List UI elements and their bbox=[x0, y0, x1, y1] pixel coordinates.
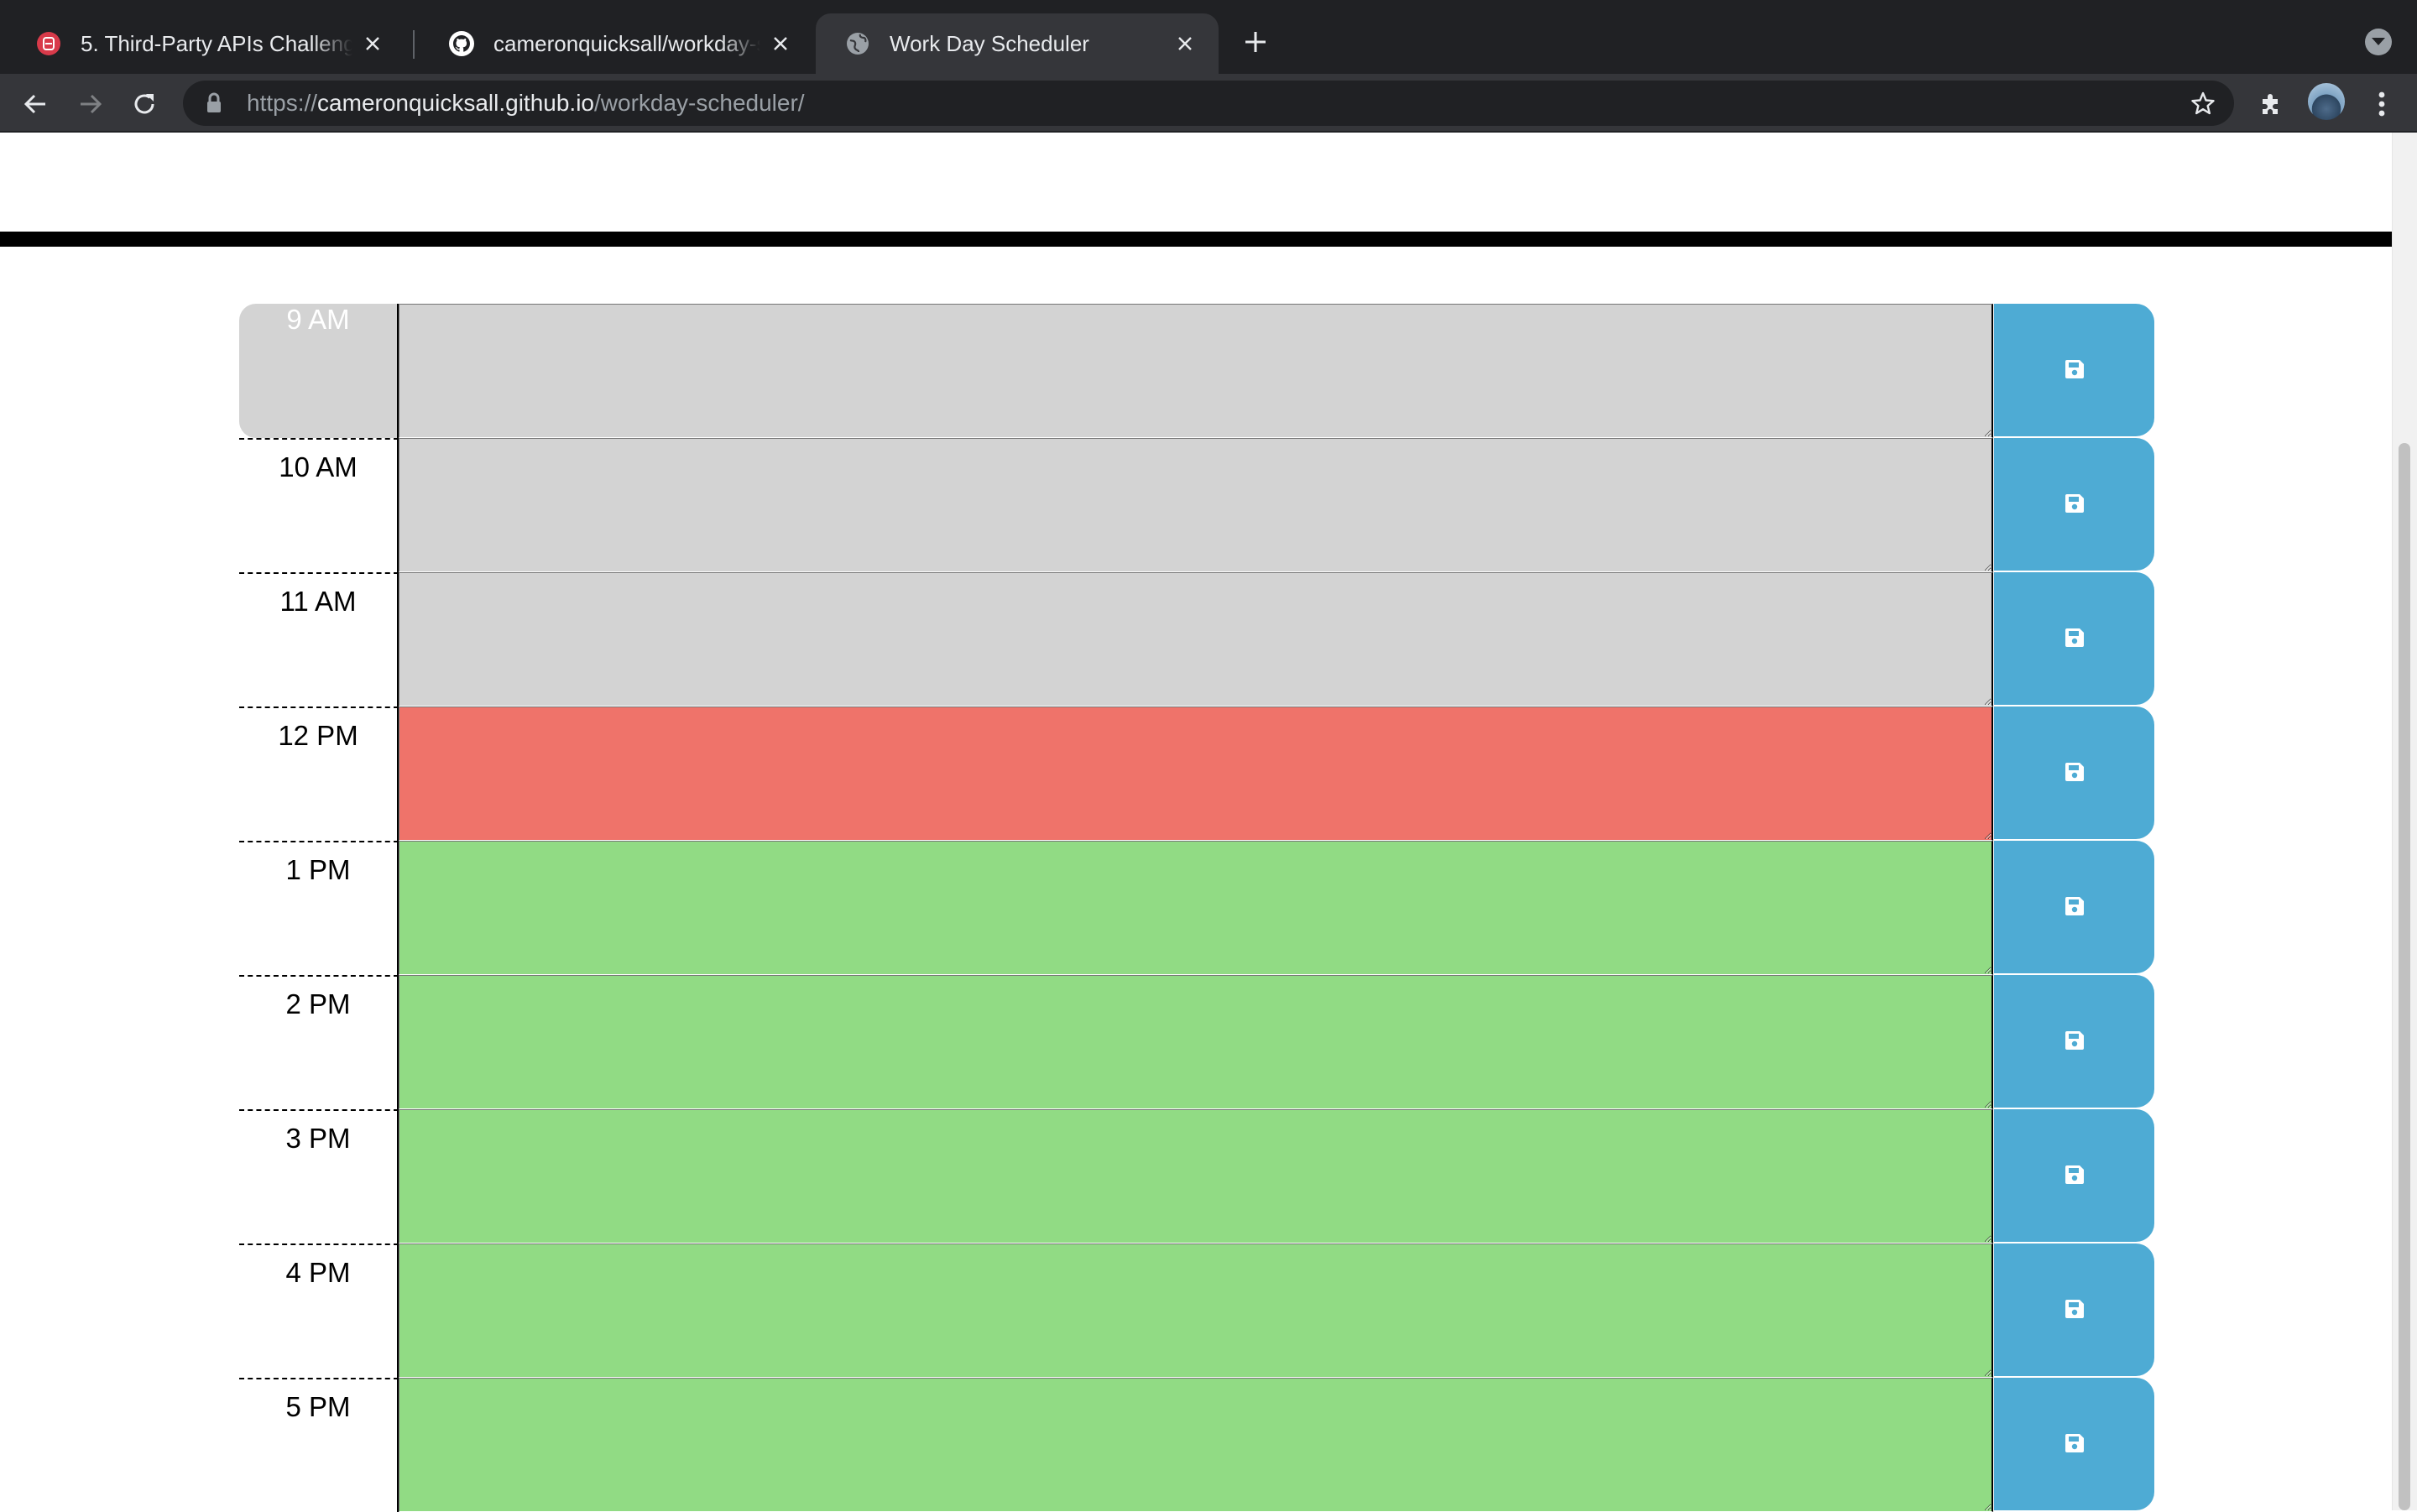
tab-title: 5. Third-Party APIs Challenge: bbox=[81, 30, 352, 56]
page-viewport: 9 AM 10 AM 11 AM 12 PM 1 PM 2 PM 3 PM 4 … bbox=[0, 133, 2417, 1512]
chevron-down-icon bbox=[2372, 38, 2385, 45]
event-description[interactable] bbox=[399, 841, 1993, 975]
hour-label: 9 AM bbox=[239, 304, 399, 438]
save-button[interactable] bbox=[1994, 438, 2154, 571]
hour-label: 12 PM bbox=[239, 706, 399, 841]
floppy-disk-icon bbox=[2063, 357, 2086, 383]
tab-title: cameronquicksall/workday-sch bbox=[493, 30, 760, 56]
time-block: 3 PM bbox=[239, 1109, 2154, 1243]
url-text[interactable]: https://cameronquicksall.github.io/workd… bbox=[247, 90, 805, 117]
event-description[interactable] bbox=[399, 706, 1993, 841]
save-button[interactable] bbox=[1994, 841, 2154, 973]
bootcamp-icon bbox=[35, 30, 62, 57]
save-button[interactable] bbox=[1994, 975, 2154, 1108]
floppy-disk-icon bbox=[2063, 1029, 2086, 1055]
header-border bbox=[0, 232, 2392, 247]
event-description[interactable] bbox=[399, 1109, 1993, 1243]
tab-separator bbox=[413, 30, 415, 59]
floppy-disk-icon bbox=[2063, 894, 2086, 920]
browser-toolbar: https://cameronquicksall.github.io/workd… bbox=[0, 74, 2417, 133]
event-description[interactable] bbox=[399, 438, 1993, 572]
close-icon[interactable] bbox=[767, 30, 794, 57]
kebab-menu-icon bbox=[2378, 91, 2385, 117]
tab-third-party-apis[interactable]: 5. Third-Party APIs Challenge: bbox=[7, 13, 406, 74]
save-button[interactable] bbox=[1994, 1378, 2154, 1510]
puzzle-icon bbox=[2263, 94, 2278, 114]
time-block-container: 9 AM 10 AM 11 AM 12 PM 1 PM 2 PM 3 PM 4 … bbox=[239, 304, 2154, 1512]
tab-title: Work Day Scheduler bbox=[890, 30, 1089, 56]
arrow-left-icon bbox=[23, 94, 45, 114]
reload-button[interactable] bbox=[128, 87, 161, 121]
floppy-disk-icon bbox=[2063, 1163, 2086, 1189]
hour-label: 3 PM bbox=[239, 1109, 399, 1243]
forward-button[interactable] bbox=[74, 87, 107, 121]
hour-label: 1 PM bbox=[239, 841, 399, 975]
event-description[interactable] bbox=[399, 304, 1993, 438]
save-button[interactable] bbox=[1994, 1243, 2154, 1376]
scrollbar-thumb[interactable] bbox=[2399, 443, 2410, 1510]
floppy-disk-icon bbox=[2063, 626, 2086, 652]
hour-label: 5 PM bbox=[239, 1378, 399, 1512]
tab-work-day-scheduler[interactable]: Work Day Scheduler bbox=[816, 13, 1219, 74]
reload-icon bbox=[134, 94, 154, 114]
hour-label: 11 AM bbox=[239, 572, 399, 706]
globe-icon bbox=[844, 30, 871, 57]
browser-menu-button[interactable] bbox=[2365, 87, 2399, 121]
time-block: 1 PM bbox=[239, 841, 2154, 975]
save-button[interactable] bbox=[1994, 706, 2154, 839]
hour-label: 10 AM bbox=[239, 438, 399, 572]
tab-search-button[interactable] bbox=[2365, 29, 2392, 55]
time-block: 4 PM bbox=[239, 1243, 2154, 1378]
floppy-disk-icon bbox=[2063, 760, 2086, 786]
time-block: 2 PM bbox=[239, 975, 2154, 1109]
close-icon[interactable] bbox=[359, 30, 386, 57]
event-description[interactable] bbox=[399, 1378, 1993, 1512]
url-host: cameronquicksall.github.io bbox=[317, 90, 595, 116]
event-description[interactable] bbox=[399, 1243, 1993, 1378]
arrow-right-icon bbox=[81, 94, 102, 114]
hour-label: 2 PM bbox=[239, 975, 399, 1109]
lock-icon[interactable] bbox=[201, 91, 227, 116]
floppy-disk-icon bbox=[2063, 1297, 2086, 1323]
event-description[interactable] bbox=[399, 975, 1993, 1109]
address-bar[interactable]: https://cameronquicksall.github.io/workd… bbox=[183, 81, 2234, 126]
github-icon bbox=[448, 30, 475, 57]
extensions-button[interactable] bbox=[2254, 87, 2288, 121]
new-tab-button[interactable] bbox=[1239, 25, 1272, 59]
hour-label: 4 PM bbox=[239, 1243, 399, 1378]
time-block: 12 PM bbox=[239, 706, 2154, 841]
floppy-disk-icon bbox=[2063, 492, 2086, 518]
save-button[interactable] bbox=[1994, 304, 2154, 436]
back-button[interactable] bbox=[18, 87, 52, 121]
time-block: 5 PM bbox=[239, 1378, 2154, 1512]
plus-icon bbox=[1245, 32, 1266, 52]
event-description[interactable] bbox=[399, 572, 1993, 706]
tab-github-repo[interactable]: cameronquicksall/workday-sch bbox=[420, 13, 814, 74]
browser-tab-strip: 5. Third-Party APIs Challenge: cameronqu… bbox=[0, 0, 2417, 74]
bookmark-star-icon[interactable] bbox=[2189, 89, 2217, 117]
save-button[interactable] bbox=[1994, 1109, 2154, 1242]
time-block: 10 AM bbox=[239, 438, 2154, 572]
time-block: 9 AM bbox=[239, 304, 2154, 438]
profile-avatar[interactable] bbox=[2308, 83, 2345, 120]
url-path: /workday-scheduler/ bbox=[594, 90, 805, 116]
url-scheme: https:// bbox=[247, 90, 318, 116]
save-button[interactable] bbox=[1994, 572, 2154, 705]
floppy-disk-icon bbox=[2063, 1431, 2086, 1457]
close-icon[interactable] bbox=[1172, 30, 1198, 57]
time-block: 11 AM bbox=[239, 572, 2154, 706]
